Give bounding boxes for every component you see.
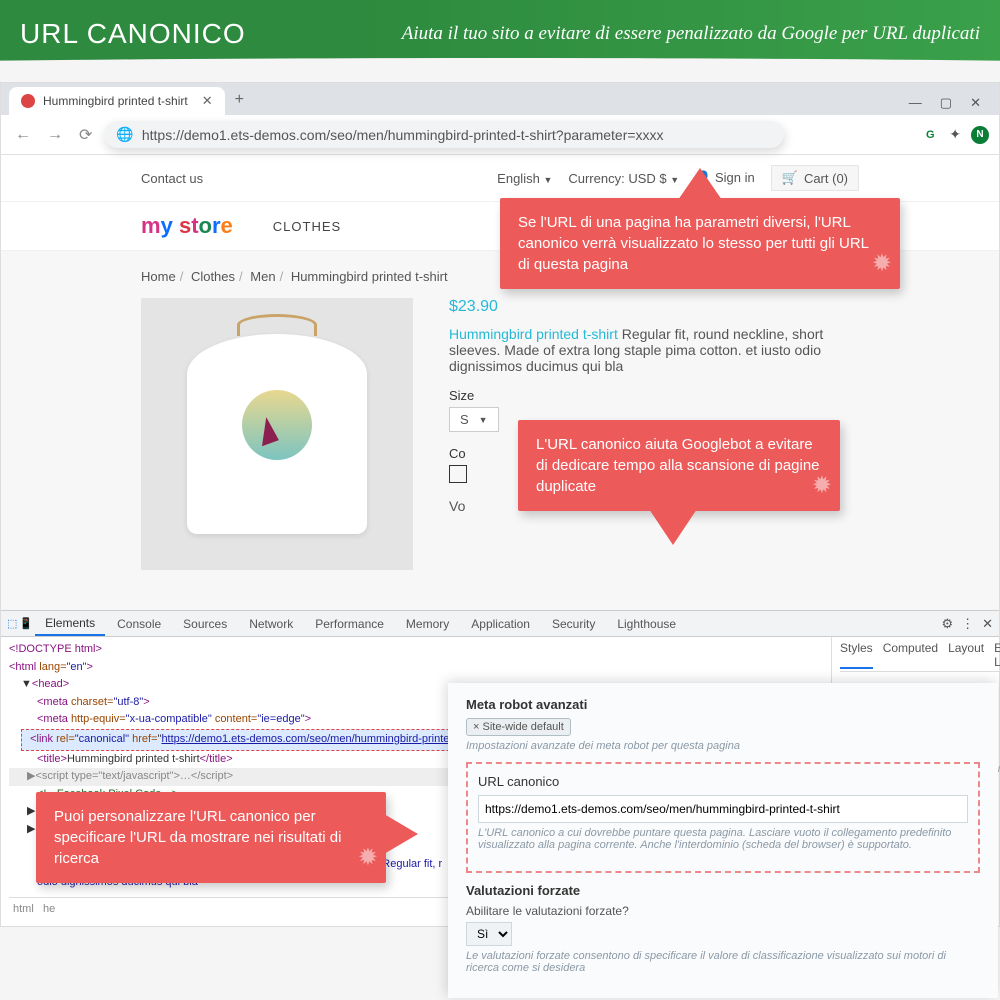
window-close-icon[interactable]: ✕ xyxy=(970,95,981,111)
devtools-menu-icon[interactable]: ⋮ xyxy=(961,616,974,632)
callout-googlebot: L'URL canonico aiuta Googlebot a evitare… xyxy=(518,420,840,511)
bc-product: Hummingbird printed t-shirt xyxy=(291,269,448,284)
banner-subtitle: Aiuta il tuo sito a evitare di essere pe… xyxy=(280,23,980,45)
favicon xyxy=(21,94,35,108)
shop-logo[interactable]: my store xyxy=(141,213,233,239)
device-icon[interactable]: 📱 xyxy=(19,617,33,630)
callout-url-params: Se l'URL di una pagina ha parametri dive… xyxy=(500,198,900,289)
canonical-label: URL canonico xyxy=(478,774,968,789)
size-select[interactable]: S▼ xyxy=(449,407,499,432)
dt-tab-memory[interactable]: Memory xyxy=(396,613,459,635)
grammarly-icon[interactable]: G xyxy=(921,126,939,144)
layout-tab[interactable]: Layout xyxy=(948,641,984,669)
size-label: Size xyxy=(449,388,859,403)
dt-tab-network[interactable]: Network xyxy=(239,613,303,635)
ratings-title: Valutazioni forzate xyxy=(466,883,980,898)
devtools-settings-icon[interactable]: ⚙ xyxy=(941,616,953,632)
minimize-icon[interactable]: — xyxy=(909,95,922,111)
new-tab-button[interactable]: + xyxy=(225,85,254,115)
price: $23.90 xyxy=(449,298,859,316)
ratings-question: Abilitare le valutazioni forzate? xyxy=(466,904,980,918)
dt-tab-application[interactable]: Application xyxy=(461,613,540,635)
close-tab-icon[interactable]: ✕ xyxy=(202,93,213,109)
admin-seo-panel: Meta robot avanzati × Site-wide default … xyxy=(448,683,998,998)
bc-clothes[interactable]: Clothes xyxy=(191,269,235,284)
extension-icons: G ✦ N xyxy=(921,126,989,144)
browser-tab[interactable]: Hummingbird printed t-shirt ✕ xyxy=(9,87,225,115)
meta-robot-hint: Impostazioni avanzate dei meta robot per… xyxy=(466,740,980,752)
browser-tab-bar: Hummingbird printed t-shirt ✕ + — ▢ ✕ xyxy=(1,83,999,115)
tab-title: Hummingbird printed t-shirt xyxy=(43,94,188,108)
meta-robot-title: Meta robot avanzati xyxy=(466,697,980,712)
contact-link[interactable]: Contact us xyxy=(141,171,203,186)
reload-button[interactable]: ⟳ xyxy=(75,123,96,147)
dt-tab-sources[interactable]: Sources xyxy=(173,613,237,635)
globe-icon: 🌐 xyxy=(116,126,133,143)
canonical-url-input[interactable] xyxy=(478,795,968,823)
cart-button[interactable]: 🛒 Cart (0) xyxy=(771,165,859,191)
dt-tab-console[interactable]: Console xyxy=(107,613,171,635)
styles-tab[interactable]: Styles xyxy=(840,641,873,669)
canonical-hint: L'URL canonico a cui dovrebbe puntare qu… xyxy=(478,827,968,851)
devtools-close-icon[interactable]: ✕ xyxy=(982,616,993,632)
computed-tab[interactable]: Computed xyxy=(883,641,938,669)
dt-tab-security[interactable]: Security xyxy=(542,613,605,635)
bc-men[interactable]: Men xyxy=(250,269,275,284)
ratings-hint: Le valutazioni forzate consentono di spe… xyxy=(466,950,980,974)
canonical-section: URL canonico L'URL canonico a cui dovreb… xyxy=(466,762,980,873)
profile-icon[interactable]: N xyxy=(971,126,989,144)
window-controls: — ▢ ✕ xyxy=(909,95,991,115)
inspect-icon[interactable]: ⬚ xyxy=(7,617,17,630)
forward-button[interactable]: → xyxy=(43,124,67,146)
product-area: Home/ Clothes/ Men/ Hummingbird printed … xyxy=(1,251,999,610)
shop-topbar: Contact us English ▼ Currency: USD $ ▼ 👤… xyxy=(1,155,999,201)
dt-tab-performance[interactable]: Performance xyxy=(305,613,394,635)
site-wide-default-chip[interactable]: × Site-wide default xyxy=(466,718,571,736)
back-button[interactable]: ← xyxy=(11,124,35,146)
product-image[interactable] xyxy=(141,298,413,570)
promo-banner: URL CANONICO Aiuta il tuo sito a evitare… xyxy=(0,0,1000,68)
dt-tab-elements[interactable]: Elements xyxy=(35,612,105,636)
extensions-icon[interactable]: ✦ xyxy=(949,126,961,144)
currency-label: Currency: USD $ ▼ xyxy=(568,171,679,186)
url-field[interactable]: 🌐 https://demo1.ets-demos.com/seo/men/hu… xyxy=(104,121,784,148)
address-bar: ← → ⟳ 🌐 https://demo1.ets-demos.com/seo/… xyxy=(1,115,999,155)
dt-tab-lighthouse[interactable]: Lighthouse xyxy=(607,613,686,635)
language-switcher[interactable]: English ▼ xyxy=(497,171,552,186)
maximize-icon[interactable]: ▢ xyxy=(940,95,952,111)
url-text: https://demo1.ets-demos.com/seo/men/humm… xyxy=(142,127,664,143)
devtools-tabs: ⬚ 📱 Elements Console Sources Network Per… xyxy=(1,611,999,637)
events-tab[interactable]: Event Listeners xyxy=(994,641,1000,669)
bc-home[interactable]: Home xyxy=(141,269,176,284)
product-title-link[interactable]: Hummingbird printed t-shirt xyxy=(449,326,618,342)
callout-customize: Puoi personalizzare l'URL canonico per s… xyxy=(36,792,386,883)
banner-title: URL CANONICO xyxy=(20,18,280,50)
ratings-select[interactable]: Sì xyxy=(466,922,512,946)
nav-clothes[interactable]: CLOTHES xyxy=(273,219,341,234)
color-swatch[interactable] xyxy=(449,465,467,483)
